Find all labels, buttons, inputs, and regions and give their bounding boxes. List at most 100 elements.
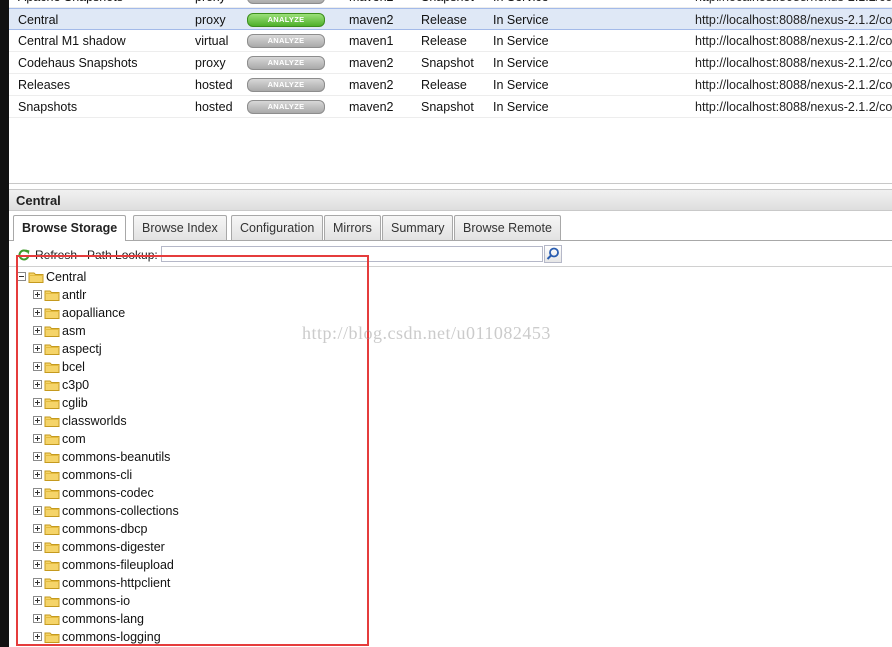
repo-type-cell: proxy xyxy=(195,0,226,8)
expand-toggle-icon[interactable] xyxy=(33,290,42,299)
folder-icon xyxy=(44,434,60,445)
refresh-button[interactable]: Refresh xyxy=(35,243,77,267)
tree-node-label: c3p0 xyxy=(62,378,90,392)
repo-row[interactable]: Central proxy maven2 Release In Service http:… xyxy=(9,8,892,30)
repo-status-cell: In Service xyxy=(493,56,549,70)
tree-node[interactable]: cglib xyxy=(9,394,359,412)
folder-icon xyxy=(44,506,60,517)
expand-toggle-icon[interactable] xyxy=(33,506,42,515)
tab-browse-remote[interactable]: Browse Remote xyxy=(454,215,561,240)
repo-format-cell: maven2 xyxy=(349,0,393,8)
expand-toggle-icon[interactable] xyxy=(33,488,42,497)
tree-node-label: commons-fileupload xyxy=(62,558,174,572)
tree-node[interactable]: commons-cli xyxy=(9,466,359,484)
analyze-button[interactable]: ANALYZE xyxy=(247,100,325,114)
repo-type-cell: hosted xyxy=(195,78,233,92)
tab-mirrors[interactable]: Mirrors xyxy=(324,215,381,240)
grid-divider xyxy=(9,183,892,184)
expand-toggle-icon[interactable] xyxy=(33,434,42,443)
folder-icon xyxy=(44,488,60,499)
tree-node[interactable]: aspectj xyxy=(9,340,359,358)
tree-node[interactable]: commons-dbcp xyxy=(9,520,359,538)
expand-toggle-icon[interactable] xyxy=(33,344,42,353)
folder-icon xyxy=(44,596,60,607)
tree-node[interactable]: asm xyxy=(9,322,359,340)
folder-icon xyxy=(44,578,60,589)
tree-node[interactable]: commons-io xyxy=(9,592,359,610)
expand-toggle-icon[interactable] xyxy=(33,362,42,371)
tree-node[interactable]: antlr xyxy=(9,286,359,304)
repo-policy-cell: Release xyxy=(421,78,467,92)
repo-format-cell: maven1 xyxy=(349,34,394,48)
expand-toggle-icon[interactable] xyxy=(33,470,42,479)
tab-browse-index[interactable]: Browse Index xyxy=(133,215,227,240)
search-icon xyxy=(546,247,559,260)
repo-row[interactable]: Central M1 shadow virtual maven1 Release In … xyxy=(9,30,892,52)
tab-summary[interactable]: Summary xyxy=(382,215,454,240)
expand-toggle-icon[interactable] xyxy=(33,614,42,623)
repo-status-cell: In Service xyxy=(493,0,549,8)
expand-toggle-icon[interactable] xyxy=(33,632,42,641)
expand-toggle-icon[interactable] xyxy=(33,596,42,605)
window-left-border xyxy=(0,0,9,647)
tree-node-label: commons-collections xyxy=(62,504,179,518)
tree-node[interactable]: commons-codec xyxy=(9,484,359,502)
tree-node-label: antlr xyxy=(62,288,87,302)
analyze-button[interactable]: ANALYZE xyxy=(247,78,325,92)
expand-toggle-icon[interactable] xyxy=(33,326,42,335)
tree-node-label: commons-codec xyxy=(62,486,154,500)
tree-node[interactable]: commons-digester xyxy=(9,538,359,556)
tree-node[interactable]: commons-httpclient xyxy=(9,574,359,592)
path-lookup-input[interactable] xyxy=(161,246,543,262)
repo-row[interactable]: Releases hosted maven2 Release In Service htt… xyxy=(9,74,892,96)
expand-toggle-icon[interactable] xyxy=(33,416,42,425)
repo-policy-cell: Snapshot xyxy=(421,0,474,8)
path-lookup-search-button[interactable] xyxy=(544,245,562,263)
expand-toggle-icon[interactable] xyxy=(33,560,42,569)
tree-node[interactable]: commons-logging xyxy=(9,628,359,646)
expand-toggle-icon[interactable] xyxy=(33,542,42,551)
tree-node[interactable]: bcel xyxy=(9,358,359,376)
tree-node-label: commons-cli xyxy=(62,468,133,482)
folder-icon xyxy=(44,524,60,535)
analyze-button[interactable]: ANALYZE xyxy=(247,13,325,27)
folder-icon xyxy=(44,632,60,643)
tree-node[interactable]: c3p0 xyxy=(9,376,359,394)
repo-row[interactable]: Apache Snapshots proxy maven2 Snapshot In Se… xyxy=(9,0,892,8)
analyze-button[interactable]: ANALYZE xyxy=(247,56,325,70)
tree-node-label: commons-lang xyxy=(62,612,144,626)
repo-name-cell: Apache Snapshots xyxy=(18,0,123,8)
tree-node[interactable]: classworlds xyxy=(9,412,359,430)
repo-row[interactable]: Snapshots hosted maven2 Snapshot In Service h… xyxy=(9,96,892,118)
repo-status-cell: In Service xyxy=(493,100,549,114)
tab-configuration[interactable]: Configuration xyxy=(231,215,324,240)
expand-toggle-icon[interactable] xyxy=(33,380,42,389)
expand-toggle-icon[interactable] xyxy=(33,452,42,461)
expand-toggle-icon[interactable] xyxy=(33,578,42,587)
folder-icon xyxy=(44,470,60,481)
repo-policy-cell: Release xyxy=(421,13,467,27)
folder-open-icon xyxy=(28,272,44,283)
repo-status-cell: In Service xyxy=(493,78,549,92)
expand-toggle-icon[interactable] xyxy=(33,398,42,407)
tree-node[interactable]: commons-fileupload xyxy=(9,556,359,574)
tab-browse-storage[interactable]: Browse Storage xyxy=(13,215,127,241)
tree-node[interactable]: commons-collections xyxy=(9,502,359,520)
tree-root-node[interactable]: Central xyxy=(9,268,359,286)
analyze-button[interactable]: ANALYZE xyxy=(247,34,325,48)
detail-panel-title: Central xyxy=(9,189,892,211)
analyze-button[interactable]: ANALYZE xyxy=(247,0,325,4)
refresh-icon[interactable] xyxy=(17,248,31,262)
tree-node-label: bcel xyxy=(62,360,85,374)
tree-node[interactable]: com xyxy=(9,430,359,448)
collapse-toggle-icon[interactable] xyxy=(17,272,26,281)
repo-name-cell: Codehaus Snapshots xyxy=(18,56,138,70)
expand-toggle-icon[interactable] xyxy=(33,524,42,533)
tree-node[interactable]: commons-lang xyxy=(9,610,359,628)
repo-url-cell: http://localhost:8088/nexus-2.1.2/con xyxy=(695,13,892,27)
repo-row[interactable]: Codehaus Snapshots proxy maven2 Snapshot In … xyxy=(9,52,892,74)
expand-toggle-icon[interactable] xyxy=(33,308,42,317)
repo-url-cell: http://localhost:8088/nexus-2.1.2/con xyxy=(695,100,892,114)
tree-node[interactable]: aopalliance xyxy=(9,304,359,322)
tree-node[interactable]: commons-beanutils xyxy=(9,448,359,466)
